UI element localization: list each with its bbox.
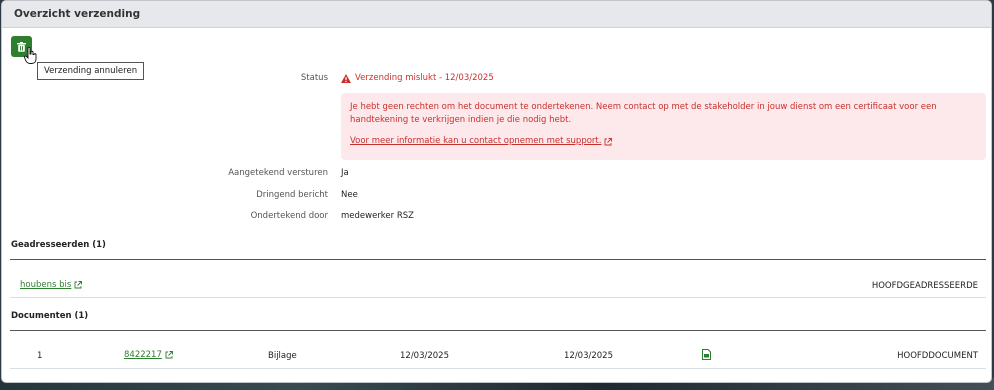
document-type: Bijlage [268,351,297,361]
support-link[interactable]: Voor meer informatie kan u contact opnem… [350,135,977,148]
signed-label: Ondertekend door [250,211,328,221]
error-alert: Je hebt geen rechten om het document te … [341,93,986,160]
hand-cursor-icon [24,47,37,64]
support-link-text: Voor meer informatie kan u contact opnem… [350,136,602,146]
urgent-label: Dringend bericht [256,190,328,200]
alert-message: Je hebt geen rechten om het document te … [350,102,937,125]
document-id: 8422217 [124,350,162,360]
registered-value: Ja [341,168,349,178]
document-date-1: 12/03/2025 [400,351,449,361]
external-link-icon [605,137,613,145]
documents-title: Documenten (1) [11,311,89,321]
panel-title: Overzicht verzending [2,1,991,28]
external-link-icon [165,351,173,359]
delete-tooltip: Verzending annuleren [37,62,145,80]
shipment-overview-panel: Overzicht verzending Verzending annulere… [1,0,992,383]
status-value: Verzending mislukt - 12/03/2025 [341,73,494,83]
document-kind: HOOFDDOCUMENT [897,351,978,361]
addressees-title: Geadresseerden (1) [11,240,106,250]
document-index: 1 [37,351,43,361]
document-date-2: 12/03/2025 [564,351,613,361]
addressee-link[interactable]: houbens bis [20,280,83,290]
signed-value: medewerker RSZ [341,211,414,221]
urgent-value: Nee [341,190,358,200]
row-divider [10,297,986,298]
registered-label: Aangetekend versturen [228,168,328,178]
document-link[interactable]: 8422217 [124,350,173,360]
addressee-name: houbens bis [20,280,72,290]
signed-document-icon[interactable] [702,349,711,360]
documents-divider [10,330,986,331]
addressees-divider [10,259,986,260]
status-text: Verzending mislukt - 12/03/2025 [355,73,494,83]
addressee-role: HOOFDGEADRESSEERDE [871,281,978,291]
warning-icon [341,73,351,83]
row-divider [10,368,986,369]
external-link-icon [74,281,83,289]
status-label: Status [300,73,328,83]
